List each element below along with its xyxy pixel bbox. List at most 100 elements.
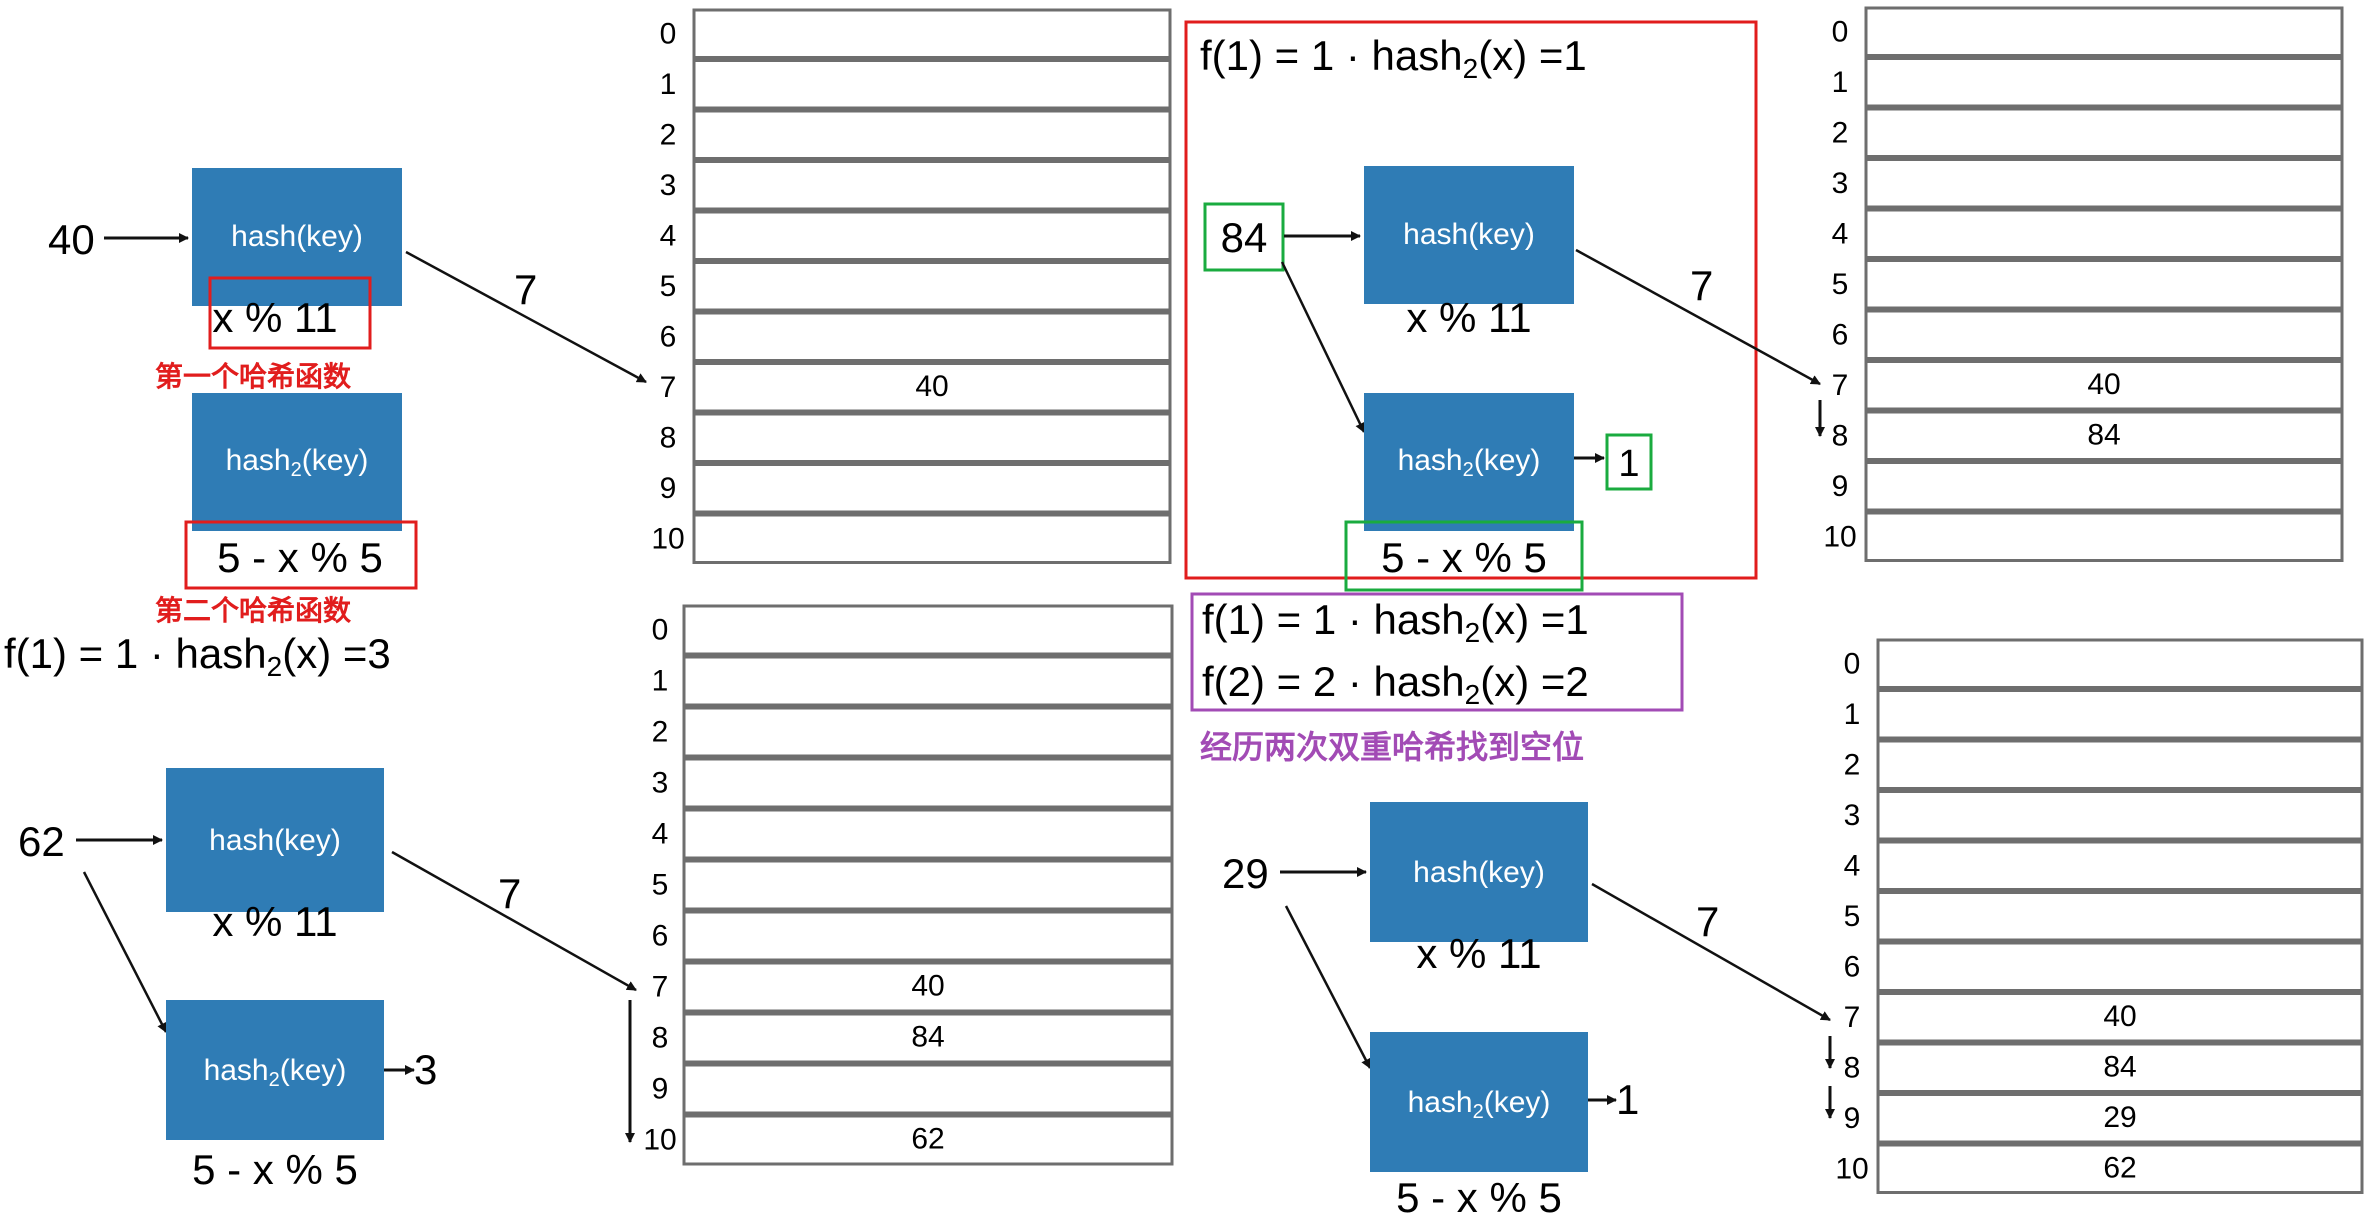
slot-value: 29: [2103, 1101, 2136, 1134]
slot-value: 62: [2103, 1151, 2136, 1184]
table-cell: [682, 910, 1174, 962]
slot-index: 0: [652, 614, 669, 647]
slot-index: 6: [1844, 950, 1861, 983]
slot-index: 4: [660, 219, 677, 252]
slot-value: 84: [911, 1021, 944, 1054]
slot-index: 3: [1832, 167, 1849, 200]
formula-f1-1: f(1) = 1 · hash2(x) =1: [1200, 32, 1587, 84]
slot-index: 4: [1844, 849, 1861, 882]
result-1: 1: [1618, 443, 1639, 485]
slot-index: 6: [652, 920, 669, 953]
table-cell: [692, 8, 1172, 59]
mod11-formula: x % 11: [1406, 294, 1531, 341]
table-cell: [682, 808, 1174, 860]
result-3: 3: [414, 1046, 437, 1093]
slot-index: 0: [1844, 647, 1861, 680]
slot-index: 2: [1844, 748, 1861, 781]
slot-value: 84: [2087, 418, 2120, 451]
hash-table-2: 0 1 2 3 4 5 6 7 40 8 84 9 10 62: [643, 604, 1174, 1166]
example-62: 62 hash(key) x % 11 hash2(key) 3 5 - x %…: [18, 768, 637, 1193]
slot-index: 4: [652, 818, 669, 851]
arrow-29-to-hash2: [1284, 905, 1372, 1069]
table-cell: [1864, 511, 2344, 562]
mod11-formula: x % 11: [212, 898, 337, 945]
hash1-label: hash(key): [1413, 856, 1545, 889]
result-1: 1: [1616, 1076, 1639, 1123]
slot-index: 8: [660, 421, 677, 454]
table-cell: [1864, 259, 2344, 310]
slot-value: 40: [911, 970, 944, 1003]
arrow-62-to-hash2: [82, 871, 168, 1033]
slot-index: 5: [1832, 268, 1849, 301]
slot-index: 3: [652, 767, 669, 800]
table-cell: [682, 1063, 1174, 1115]
table-cell: [1864, 461, 2344, 512]
slot-index: 9: [1844, 1102, 1861, 1135]
slot-value: 40: [2103, 1000, 2136, 1033]
slot-index: 9: [652, 1073, 669, 1106]
mod11-formula: x % 11: [212, 294, 337, 341]
slot-index: 8: [652, 1022, 669, 1055]
double-hashing-diagram: 40 hash(key) x % 11 第一个哈希函数 hash2(key) 5…: [4, 6, 2364, 1221]
table-cell: [1864, 158, 2344, 209]
arrow-label-7: 7: [1690, 262, 1713, 309]
hash-table-3: 0 1 2 3 4 5 6 7 40 8 84 9 10: [1823, 6, 2344, 562]
table-cell: [692, 109, 1172, 160]
slot-index: 7: [652, 971, 669, 1004]
formula-f1-3: f(1) = 1 · hash2(x) =3: [4, 630, 391, 682]
slot-value: 40: [2087, 368, 2120, 401]
table-cell: [692, 160, 1172, 211]
slot-index: 2: [652, 716, 669, 749]
arrow-label-7: 7: [514, 266, 537, 313]
table-cell: [1864, 6, 2344, 57]
slot-index: 10: [643, 1124, 676, 1157]
example-40: 40 hash(key) x % 11 第一个哈希函数 hash2(key) 5…: [4, 168, 647, 682]
hash1-label: hash(key): [231, 220, 363, 253]
slot-index: 0: [660, 17, 677, 50]
slot-index: 1: [660, 68, 677, 101]
arrow-84-to-hash2: [1280, 261, 1366, 433]
example-84: f(1) = 1 · hash2(x) =1 84 hash(key) x % …: [1184, 20, 1821, 765]
hash1-label: hash(key): [209, 824, 341, 857]
double-hash-note: 经历两次双重哈希找到空位: [1200, 729, 1584, 765]
hash1-label: hash(key): [1403, 218, 1535, 251]
table-cell: [692, 463, 1172, 514]
table-cell: [682, 757, 1174, 809]
key-84: 84: [1221, 214, 1268, 261]
slot-index: 8: [1832, 419, 1849, 452]
table-cell: [1876, 739, 2364, 790]
slot-index: 5: [1844, 900, 1861, 933]
arrow-label-7: 7: [1696, 898, 1719, 945]
table-cell: [1864, 309, 2344, 360]
table-cell: [1864, 57, 2344, 108]
example-29: 29 hash(key) x % 11 hash2(key) 1 5 - x %…: [1222, 802, 1831, 1221]
slot-index: 0: [1832, 15, 1849, 48]
mod11-formula: x % 11: [1416, 930, 1541, 977]
slot-index: 7: [660, 371, 677, 404]
table-cell: [682, 859, 1174, 911]
slot-index: 8: [1844, 1051, 1861, 1084]
formula-f2-2: f(2) = 2 · hash2(x) =2: [1202, 658, 1589, 710]
table-cell: [692, 59, 1172, 110]
table-cell: [692, 513, 1172, 564]
hash-table-1: 0 1 2 3 4 5 6 7 40 8 9 10: [651, 8, 1172, 564]
table-cell: [682, 706, 1174, 758]
slot-index: 7: [1832, 369, 1849, 402]
table-cell: [1876, 840, 2364, 891]
slot-index: 1: [1832, 66, 1849, 99]
slot-index: 1: [652, 665, 669, 698]
slot-index: 10: [1823, 520, 1856, 553]
table-cell: [682, 655, 1174, 707]
table-cell: [1876, 891, 2364, 942]
table-cell: [692, 210, 1172, 261]
table-cell: [692, 261, 1172, 312]
second-hash-note: 第二个哈希函数: [155, 594, 352, 626]
slot-index: 2: [1832, 116, 1849, 149]
mod5-formula: 5 - x % 5: [1381, 534, 1547, 581]
first-hash-note: 第一个哈希函数: [155, 360, 352, 392]
slot-value: 40: [915, 370, 948, 403]
table-cell: [1864, 208, 2344, 259]
table-cell: [692, 412, 1172, 463]
slot-index: 6: [1832, 318, 1849, 351]
slot-index: 10: [1835, 1152, 1868, 1185]
